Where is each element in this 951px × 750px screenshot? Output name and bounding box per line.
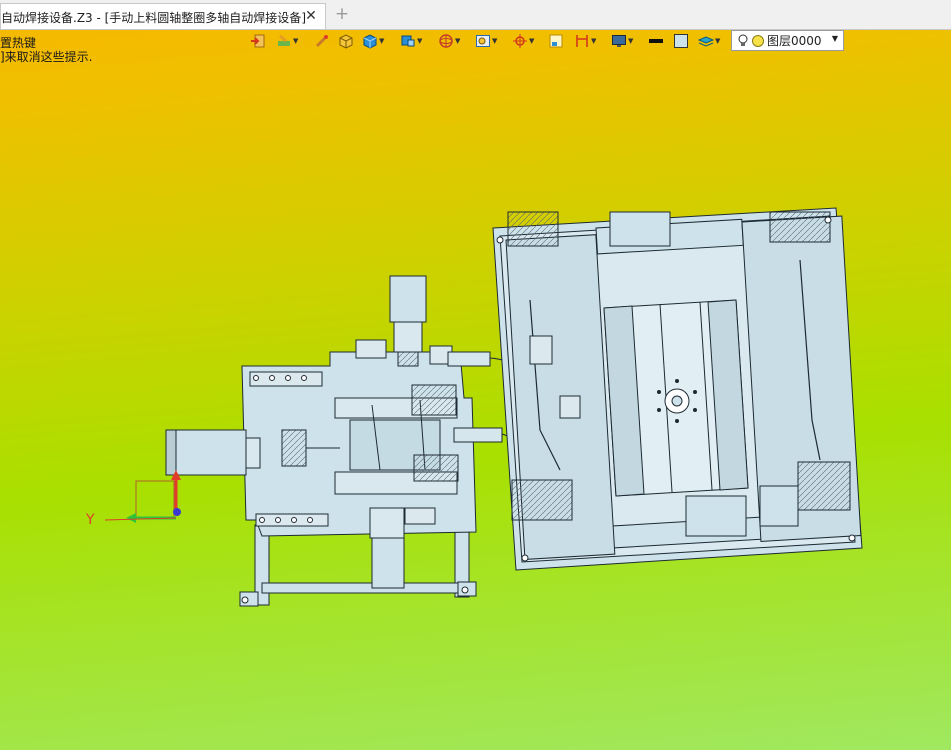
left-frame-legs — [239, 524, 477, 607]
model-viewport[interactable] — [0, 0, 951, 750]
bottom-servo-motor — [369, 507, 436, 589]
top-servo-motor — [355, 275, 453, 367]
axis-triad — [104, 470, 181, 523]
left-welding-unit — [241, 351, 477, 604]
y-axis-label: Y — [86, 512, 95, 528]
right-turntable-frame — [492, 207, 863, 571]
